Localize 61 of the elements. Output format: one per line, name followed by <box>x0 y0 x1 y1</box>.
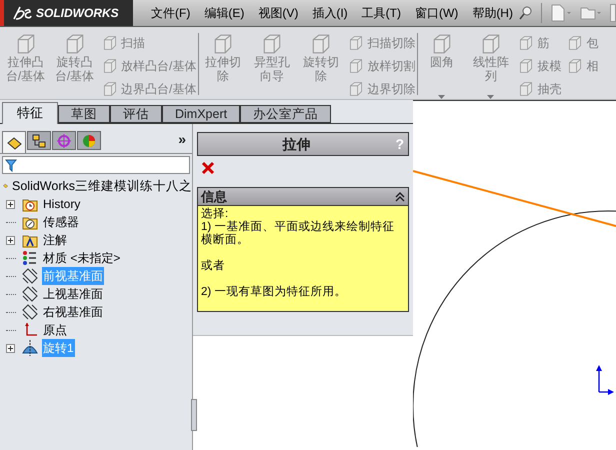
menu-item[interactable]: 工具(T) <box>362 4 401 22</box>
crosshair-icon <box>56 132 72 148</box>
menu-item[interactable]: 插入(I) <box>312 4 348 22</box>
tree-item[interactable]: 原点 <box>42 321 68 339</box>
cube-icon <box>102 34 118 50</box>
info-title: 信息 <box>201 188 227 206</box>
splitter-handle[interactable] <box>191 399 197 431</box>
cube-icon <box>348 80 364 96</box>
cube-icon <box>567 34 584 50</box>
expand-icon[interactable] <box>6 200 15 208</box>
cube-icon <box>102 80 118 96</box>
close-icon[interactable] <box>201 161 215 175</box>
plane-icon <box>22 268 38 284</box>
hierarchy-icon <box>31 132 47 148</box>
panel-tab[interactable] <box>2 131 26 153</box>
plane-icon <box>22 286 38 302</box>
expand-icon[interactable] <box>6 236 15 244</box>
tree-item[interactable]: History <box>42 195 82 213</box>
command-tab[interactable]: 特征 <box>2 102 58 124</box>
info-message: 选择: 1) 一基准面、平面或边线来绘制特征横断面。 或者 2) 一现有草图为特征所用。 <box>198 206 408 311</box>
menu-item[interactable]: 文件(F) <box>151 4 190 22</box>
funnel-icon <box>5 158 17 172</box>
frame-icon[interactable] <box>610 4 616 22</box>
cube-icon <box>102 58 118 74</box>
panel-tab[interactable] <box>27 131 51 150</box>
cube-icon <box>348 58 364 74</box>
menu-item[interactable]: 帮助(H) <box>472 4 513 22</box>
cube-icon <box>518 80 534 96</box>
axis-triad-icon <box>594 365 614 395</box>
menu-item[interactable]: 视图(V) <box>258 4 298 22</box>
cube-icon <box>518 58 534 74</box>
tree-item[interactable]: 材质 <未指定> <box>42 249 122 267</box>
tree-item[interactable]: 右视基准面 <box>42 303 104 321</box>
collapse-icon[interactable] <box>395 192 405 202</box>
cube-icon <box>567 58 584 74</box>
tree-item[interactable]: 上视基准面 <box>42 285 104 303</box>
origin-icon <box>22 322 38 338</box>
more-tabs-glyph[interactable]: » <box>178 129 190 150</box>
menu-item[interactable]: 窗口(W) <box>414 4 458 22</box>
logo: SOLIDWORKS <box>0 0 133 26</box>
command-tab[interactable]: 草图 <box>58 105 110 123</box>
expand-icon[interactable] <box>6 344 15 352</box>
ds-logo-icon <box>12 5 32 21</box>
tree-item[interactable]: 注解 <box>42 231 68 249</box>
revolve-icon <box>22 340 38 356</box>
command-tab[interactable]: 办公室产品 <box>240 105 332 123</box>
color-ball-icon <box>81 132 97 148</box>
cube-icon <box>348 34 364 50</box>
menu-item[interactable]: 编辑(E) <box>204 4 244 22</box>
material-list-icon <box>22 250 38 266</box>
new-document-icon[interactable] <box>550 4 572 22</box>
panel-title: 拉伸 <box>281 134 312 154</box>
filter-field[interactable] <box>2 156 190 174</box>
plane-icon <box>22 304 38 320</box>
tree-item[interactable]: 传感器 <box>42 213 80 231</box>
block-icon <box>6 134 22 150</box>
info-header[interactable]: 信息 <box>198 188 408 206</box>
tree-item[interactable]: SolidWorks三维建模训练十八之 <box>12 176 192 196</box>
command-tab[interactable]: DimXpert <box>162 105 240 123</box>
cube-icon <box>518 34 534 50</box>
command-tab[interactable]: 评估 <box>110 105 162 123</box>
